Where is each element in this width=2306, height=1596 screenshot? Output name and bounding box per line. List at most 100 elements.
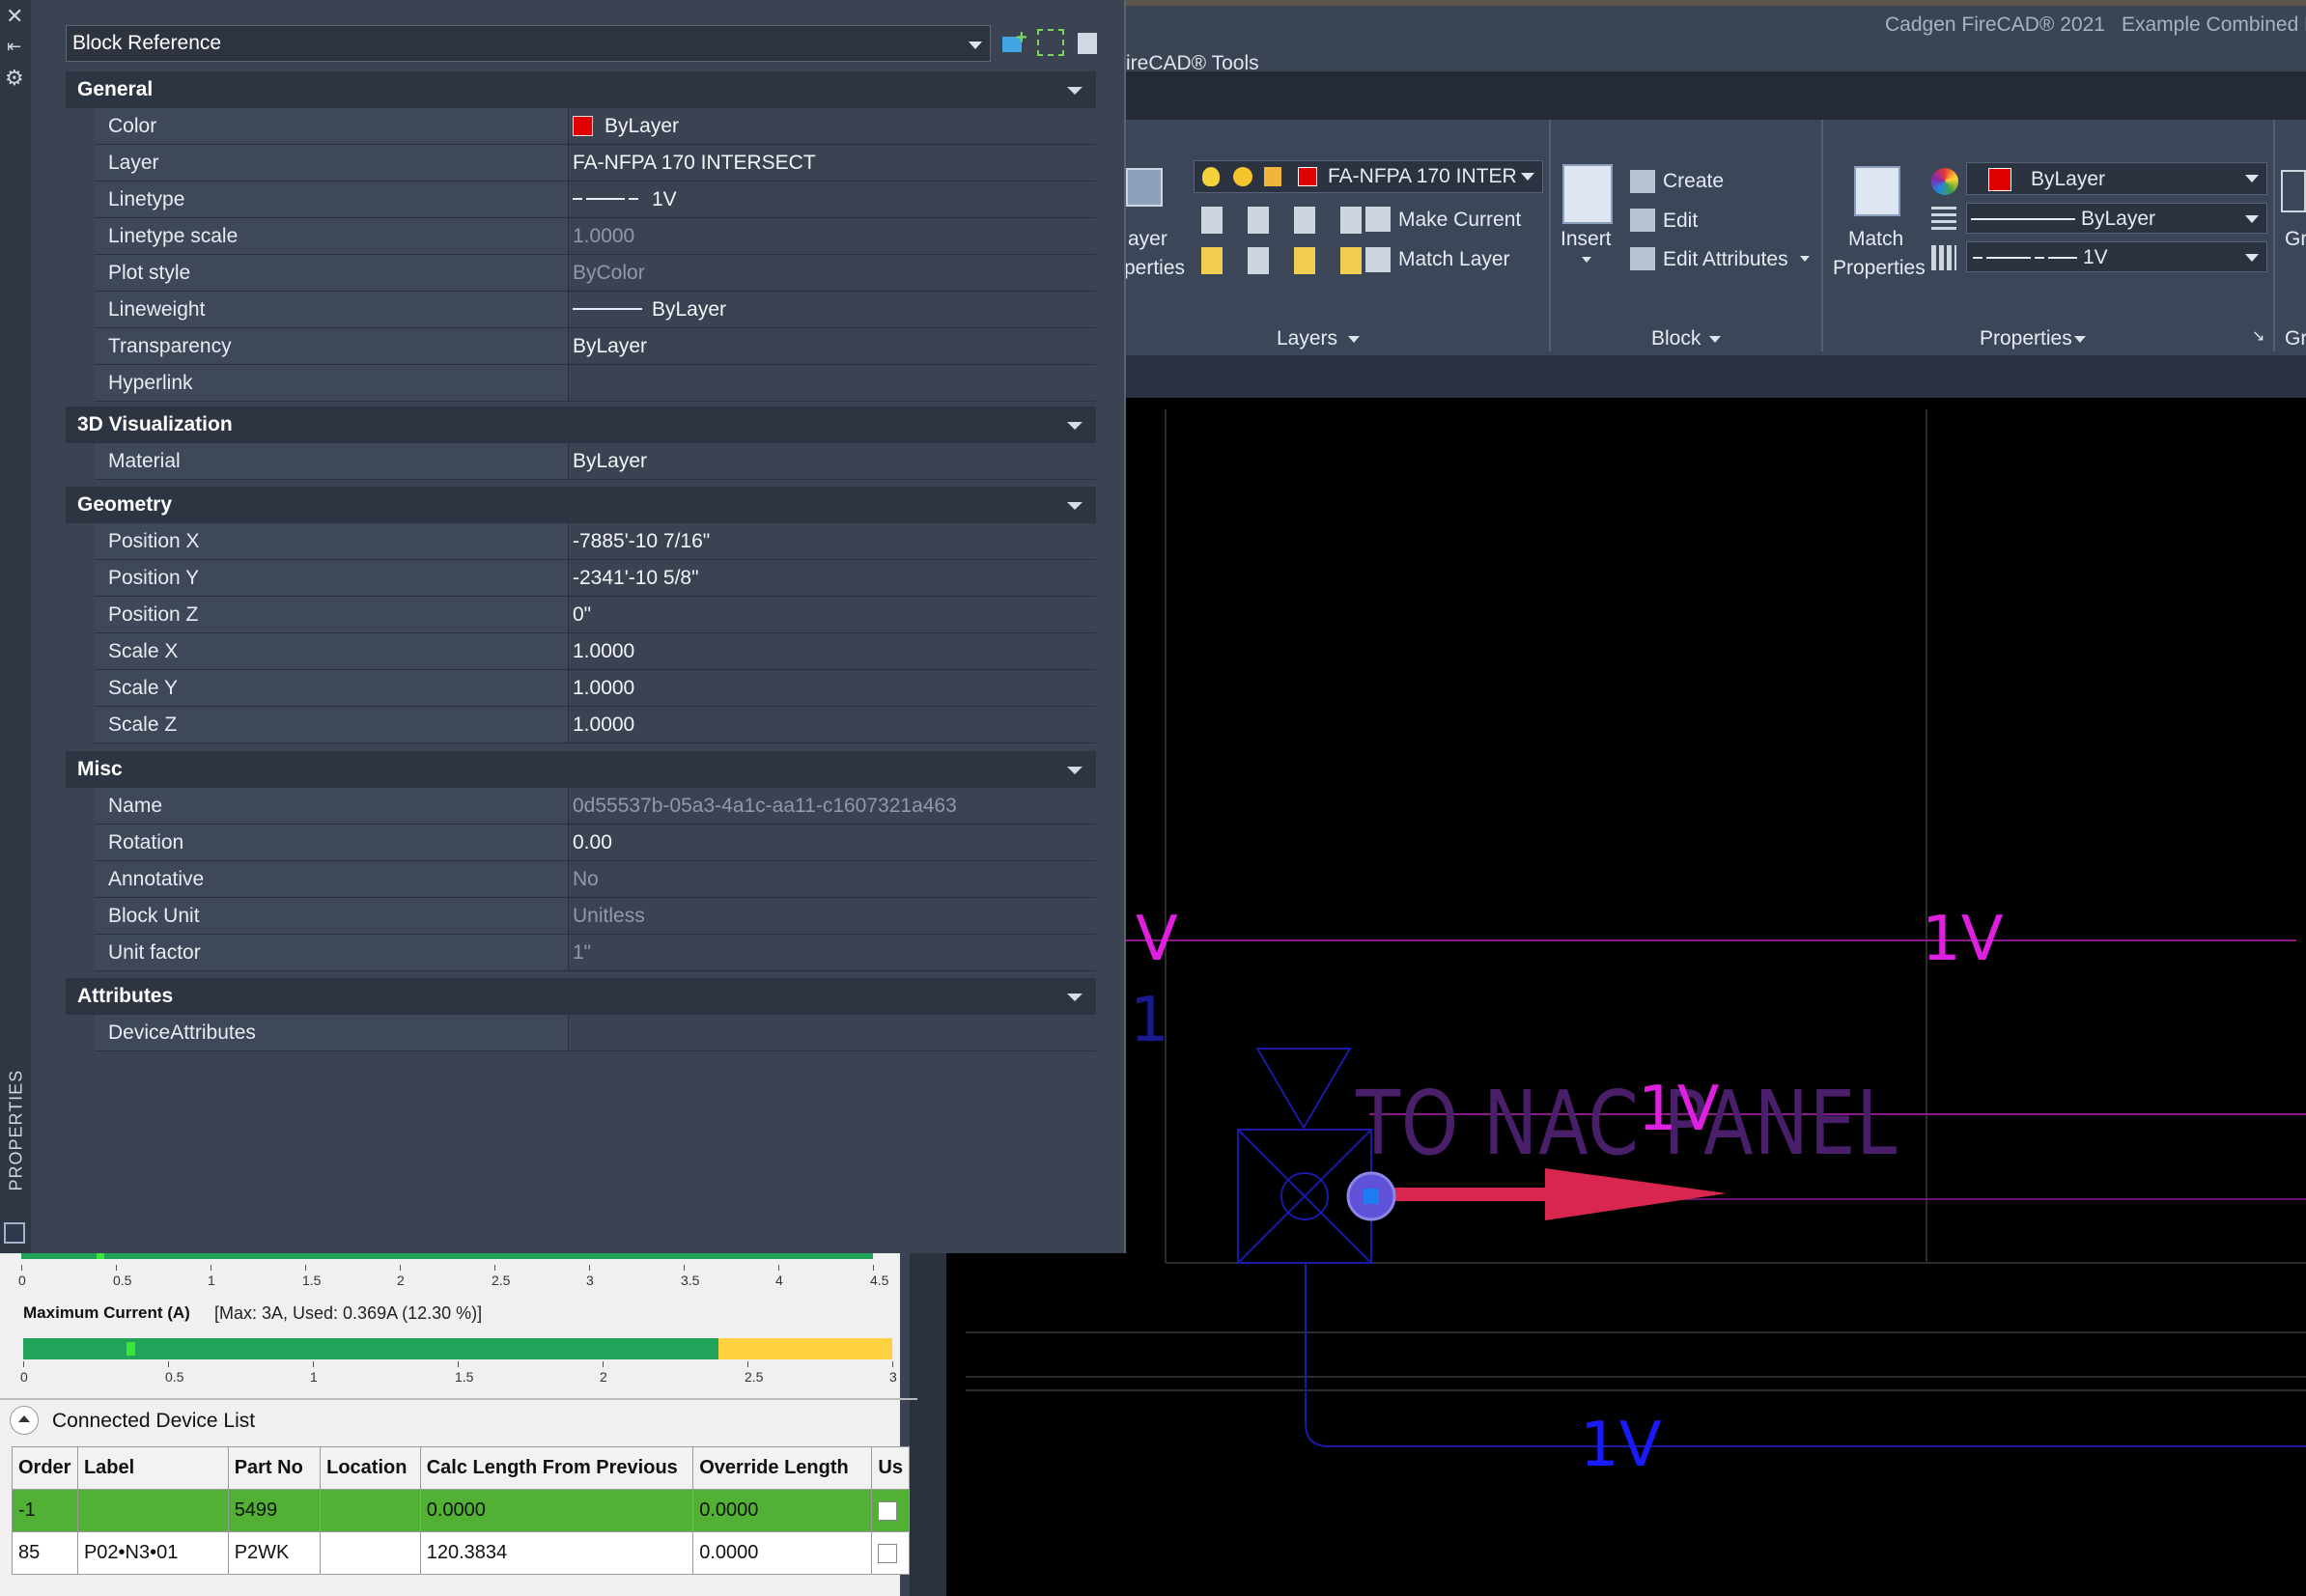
drawing-canvas[interactable]: V 1V 1 TO NAC PANEL 1V 1V [966, 398, 2306, 1596]
property-row[interactable]: Linetype 1V [95, 182, 1096, 218]
property-row[interactable]: Position Z 0" [95, 597, 1096, 633]
property-row[interactable]: Material ByLayer [95, 443, 1096, 480]
property-row[interactable]: Layer FA-NFPA 170 INTERSECT [95, 145, 1096, 182]
col-use[interactable]: Us [871, 1446, 910, 1490]
property-value[interactable]: ByLayer [570, 108, 1096, 144]
object-type-value: Block Reference [72, 32, 222, 54]
create-button[interactable]: Create [1663, 170, 1724, 193]
group-label-partial[interactable]: Gr [2285, 228, 2306, 251]
layer-properties-label-1[interactable]: ayer [1128, 228, 1167, 251]
collapse-button[interactable] [10, 1406, 39, 1435]
property-row[interactable]: Annotative No [95, 861, 1096, 898]
col-calc-length[interactable]: Calc Length From Previous [419, 1446, 694, 1490]
property-row[interactable]: Lineweight ByLayer [95, 292, 1096, 328]
unlock-icon [1264, 167, 1281, 186]
property-row[interactable]: Scale X 1.0000 [95, 633, 1096, 670]
property-row[interactable]: Rotation 0.00 [95, 825, 1096, 861]
quick-select-icon[interactable] [1072, 29, 1099, 56]
col-override-length[interactable]: Override Length [692, 1446, 873, 1490]
group-icon[interactable] [2281, 170, 2306, 212]
layer-dropdown[interactable]: FA-NFPA 170 INTER [1194, 160, 1543, 193]
autohide-icon[interactable]: ⇤ [7, 37, 21, 57]
property-row[interactable]: Transparency ByLayer [95, 328, 1096, 365]
layer-tools-row1-icons[interactable] [1201, 207, 1375, 234]
property-value[interactable]: 0.00 [570, 825, 1096, 860]
layer-tools-row2-icons[interactable] [1201, 247, 1375, 274]
property-value: 1.0000 [570, 218, 1096, 254]
layers-group-label[interactable]: Layers [1277, 327, 1337, 350]
property-row[interactable]: Plot style ByColor [95, 255, 1096, 292]
edit-attributes-button[interactable]: Edit Attributes [1663, 248, 1788, 271]
insert-icon[interactable] [1562, 164, 1613, 224]
property-value[interactable]: ByLayer [570, 292, 1096, 327]
section-header-visualization[interactable]: 3D Visualization [66, 406, 1096, 443]
property-row[interactable]: Unit factor 1" [95, 935, 1096, 971]
property-row[interactable]: Hyperlink [95, 365, 1096, 402]
property-value[interactable]: -2341'-10 5/8" [570, 560, 1096, 596]
col-part-no[interactable]: Part No [227, 1446, 322, 1490]
use-checkbox[interactable] [878, 1500, 898, 1521]
chevron-down-icon[interactable] [1067, 994, 1083, 1001]
chevron-down-icon [1348, 336, 1360, 343]
gear-icon[interactable]: ⚙ [5, 66, 24, 91]
select-objects-icon[interactable] [1037, 29, 1064, 56]
chevron-down-icon[interactable] [1067, 767, 1083, 774]
property-row[interactable]: Scale Z 1.0000 [95, 707, 1096, 743]
linetype-dropdown[interactable]: 1V [1966, 241, 2267, 272]
section-title: Misc [77, 758, 123, 780]
property-value[interactable] [570, 365, 1096, 401]
insert-button[interactable]: Insert [1561, 228, 1612, 251]
color-dropdown[interactable]: ByLayer [1966, 162, 2267, 195]
object-type-dropdown[interactable]: Block Reference [66, 25, 991, 62]
grip-square[interactable] [1364, 1189, 1379, 1204]
match-properties-label-1[interactable]: Match [1848, 228, 1903, 251]
dialog-launcher-icon[interactable]: ↘ [2252, 326, 2264, 346]
chevron-down-icon[interactable] [1067, 87, 1083, 95]
property-row[interactable]: Name 0d55537b-05a3-4a1c-aa11-c1607321a463 [95, 788, 1096, 825]
col-label[interactable]: Label [76, 1446, 229, 1490]
section-header-misc[interactable]: Misc [66, 751, 1096, 788]
property-value[interactable]: 0" [570, 597, 1096, 632]
property-key: Color [95, 108, 569, 144]
layer-properties-icon[interactable] [1126, 168, 1163, 207]
palette-icon[interactable] [4, 1222, 25, 1244]
match-properties-icon[interactable] [1854, 166, 1900, 216]
make-current-button[interactable]: Make Current [1398, 209, 1521, 232]
groups-group-label-partial[interactable]: Gr [2285, 327, 2306, 350]
toggle-pickadd-icon[interactable]: + [1002, 27, 1029, 56]
block-group-label[interactable]: Block [1651, 327, 1701, 350]
property-row[interactable]: Position Y -2341'-10 5/8" [95, 560, 1096, 597]
table-row[interactable]: -1 5499 0.0000 0.0000 [12, 1489, 910, 1532]
property-value[interactable]: ByLayer [570, 328, 1096, 364]
properties-group-label[interactable]: Properties [1980, 327, 2072, 350]
col-order[interactable]: Order [12, 1446, 78, 1490]
property-row[interactable]: Linetype scale 1.0000 [95, 218, 1096, 255]
property-value[interactable] [570, 1015, 1096, 1050]
property-row[interactable]: Scale Y 1.0000 [95, 670, 1096, 707]
layer-properties-label-2[interactable]: perties [1124, 257, 1185, 280]
property-row[interactable]: Block Unit Unitless [95, 898, 1096, 935]
property-value[interactable]: FA-NFPA 170 INTERSECT [570, 145, 1096, 181]
property-row[interactable]: DeviceAttributes [95, 1015, 1096, 1051]
section-header-general[interactable]: General [66, 71, 1096, 108]
use-checkbox[interactable] [878, 1543, 898, 1563]
match-properties-label-2[interactable]: Properties [1833, 257, 1926, 280]
match-layer-button[interactable]: Match Layer [1398, 248, 1510, 271]
edit-button[interactable]: Edit [1663, 210, 1698, 233]
table-row[interactable]: 85 P02•N3•01 P2WK 120.3834 0.0000 [12, 1531, 910, 1575]
chevron-down-icon[interactable] [1067, 422, 1083, 430]
property-value[interactable]: 1.0000 [570, 633, 1096, 669]
section-header-attributes[interactable]: Attributes [66, 978, 1096, 1015]
property-value[interactable]: ByLayer [570, 443, 1096, 479]
property-value[interactable]: 1V [570, 182, 1096, 217]
section-header-geometry[interactable]: Geometry [66, 487, 1096, 523]
lineweight-dropdown[interactable]: ByLayer [1966, 203, 2267, 234]
property-row[interactable]: Position X -7885'-10 7/16" [95, 523, 1096, 560]
close-icon[interactable]: ✕ [6, 4, 23, 29]
property-value[interactable]: -7885'-10 7/16" [570, 523, 1096, 559]
property-value[interactable]: 1.0000 [570, 670, 1096, 706]
property-value[interactable]: 1.0000 [570, 707, 1096, 742]
chevron-down-icon[interactable] [1067, 502, 1083, 510]
property-row[interactable]: Color ByLayer [95, 108, 1096, 145]
col-location[interactable]: Location [320, 1446, 421, 1490]
